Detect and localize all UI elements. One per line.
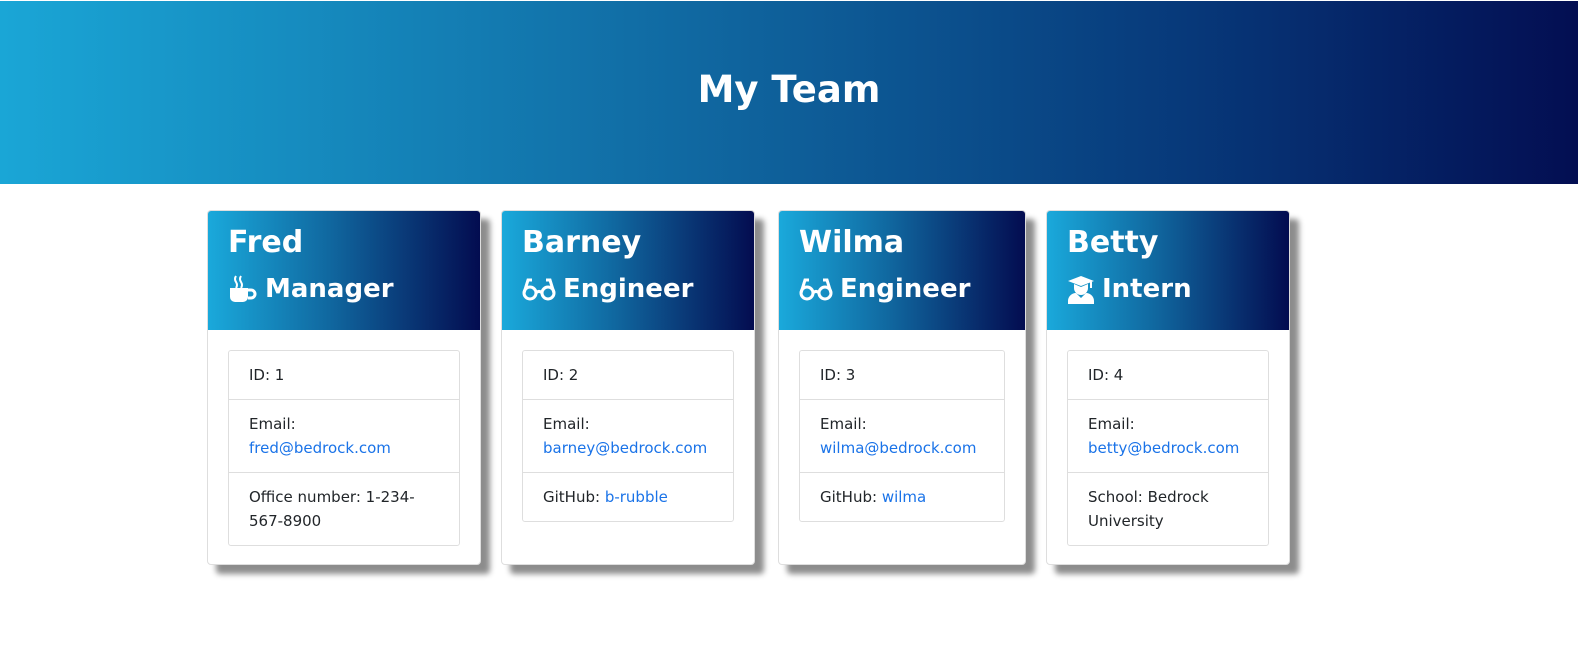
- github-label: GitHub:: [543, 488, 601, 506]
- employee-name: Betty: [1067, 225, 1159, 260]
- coffee-icon: [228, 274, 258, 304]
- employee-role: Manager: [228, 271, 460, 307]
- email-link[interactable]: wilma@bedrock.com: [820, 439, 976, 457]
- email-label: Email:: [1088, 415, 1135, 433]
- list-item-school: School: Bedrock University: [1068, 472, 1268, 545]
- page-header: My Team: [0, 1, 1578, 184]
- list-item-github: GitHub: b-rubble: [523, 472, 733, 521]
- role-label: Engineer: [563, 274, 694, 304]
- list-item-github: GitHub: wilma: [800, 472, 1004, 521]
- employee-card-wilma: Wilma Engineer ID: 3 Email: wilma@bedroc…: [778, 210, 1026, 565]
- card-body: ID: 4 Email: betty@bedrock.com School: B…: [1047, 330, 1289, 566]
- card-body: ID: 3 Email: wilma@bedrock.com GitHub: w…: [779, 330, 1025, 542]
- email-link[interactable]: betty@bedrock.com: [1088, 439, 1239, 457]
- employee-name: Barney: [522, 225, 642, 260]
- email-label: Email:: [543, 415, 590, 433]
- role-label: Engineer: [840, 274, 971, 304]
- glasses-icon: [522, 274, 556, 304]
- school-label: School:: [1088, 488, 1143, 506]
- employee-role: Engineer: [522, 271, 734, 307]
- employee-card-barney: Barney Engineer ID: 2 Email: barney@bedr…: [501, 210, 755, 565]
- info-list: ID: 4 Email: betty@bedrock.com School: B…: [1067, 350, 1269, 546]
- github-link[interactable]: b-rubble: [605, 488, 668, 506]
- employee-role: Engineer: [799, 271, 1005, 307]
- card-header: Wilma Engineer: [779, 211, 1025, 330]
- list-item-id: ID: 1: [249, 366, 285, 384]
- card-body: ID: 2 Email: barney@bedrock.com GitHub: …: [502, 330, 754, 542]
- list-item-email: Email: barney@bedrock.com: [523, 399, 733, 472]
- github-link[interactable]: wilma: [882, 488, 926, 506]
- email-label: Email:: [249, 415, 296, 433]
- employee-name: Wilma: [799, 225, 905, 260]
- list-item-email: Email: wilma@bedrock.com: [800, 399, 1004, 472]
- email-label: Email:: [820, 415, 867, 433]
- info-list: ID: 1 Email: fred@bedrock.com Office num…: [228, 350, 460, 546]
- email-link[interactable]: fred@bedrock.com: [249, 439, 391, 457]
- role-label: Intern: [1102, 274, 1192, 304]
- list-item-email: Email: fred@bedrock.com: [229, 399, 459, 472]
- email-link[interactable]: barney@bedrock.com: [543, 439, 707, 457]
- card-header: Barney Engineer: [502, 211, 754, 330]
- list-item-id: ID: 3: [820, 366, 856, 384]
- list-item-office-number: Office number: 1-234-567-8900: [229, 472, 459, 545]
- glasses-icon: [799, 274, 833, 304]
- employee-role: Intern: [1067, 271, 1269, 307]
- info-list: ID: 3 Email: wilma@bedrock.com GitHub: w…: [799, 350, 1005, 522]
- list-item-id: ID: 2: [543, 366, 579, 384]
- list-item-email: Email: betty@bedrock.com: [1068, 399, 1268, 472]
- graduate-icon: [1067, 274, 1095, 304]
- info-list: ID: 2 Email: barney@bedrock.com GitHub: …: [522, 350, 734, 522]
- employee-card-betty: Betty Intern ID: 4 Email: betty@bedrock.…: [1046, 210, 1290, 565]
- github-label: GitHub:: [820, 488, 878, 506]
- employee-card-fred: Fred Manager ID: 1 Email: fred@bedrock.c…: [207, 210, 481, 565]
- role-label: Manager: [265, 274, 394, 304]
- office-number-label: Office number:: [249, 488, 361, 506]
- list-item-id: ID: 4: [1088, 366, 1124, 384]
- card-header: Fred Manager: [208, 211, 480, 330]
- card-header: Betty Intern: [1047, 211, 1289, 330]
- page-title: My Team: [697, 68, 881, 111]
- card-body: ID: 1 Email: fred@bedrock.com Office num…: [208, 330, 480, 566]
- employee-name: Fred: [228, 225, 304, 260]
